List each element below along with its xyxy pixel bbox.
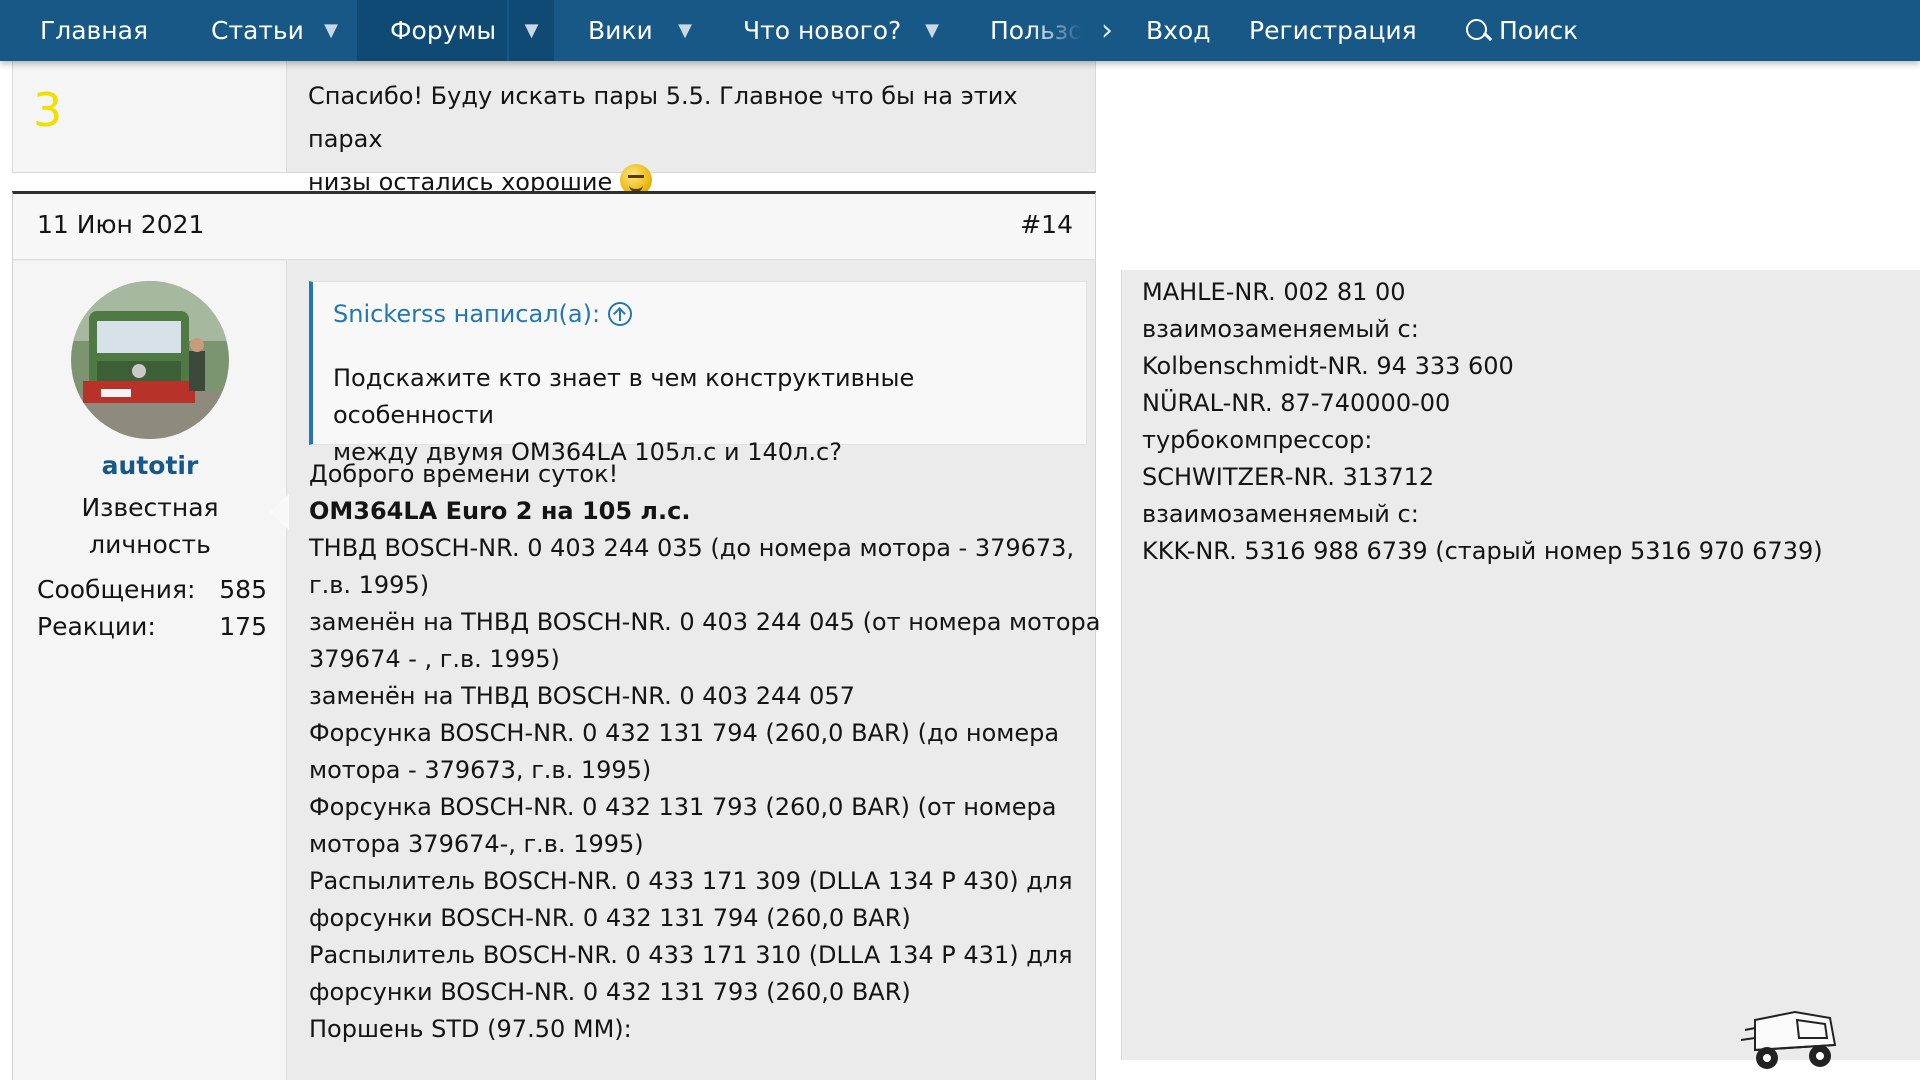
message-line: Форсунка BOSCH-NR. 0 432 131 793 (260,0 … — [309, 793, 1057, 821]
username-link[interactable]: autotir — [13, 451, 287, 480]
user-title-line: личность — [89, 530, 211, 559]
message-line: заменён на ТНВД BOSCH-NR. 0 403 244 057 — [309, 682, 855, 710]
avatar[interactable] — [71, 281, 229, 439]
message-line: Поршень STD (97.50 MM): — [309, 1015, 632, 1043]
user-title-line: Известная — [81, 493, 219, 522]
message-line: Распылитель BOSCH-NR. 0 433 171 309 (DLL… — [309, 867, 1073, 895]
side-text: MAHLE-NR. 002 81 00 взаимозаменяемый с: … — [1142, 274, 1823, 570]
post-message: Спасибо! Буду искать пары 5.5. Главное ч… — [308, 75, 1078, 204]
truck-logo-icon — [1740, 1010, 1837, 1069]
post-13: 3 Спасибо! Буду искать пары 5.5. Главное… — [12, 61, 1096, 196]
side-text-line: турбокомпрессор: — [1142, 426, 1373, 454]
chevron-down-icon[interactable]: ▼ — [507, 0, 554, 61]
post-date[interactable]: 11 Июн 2021 — [37, 210, 204, 239]
chevron-down-icon[interactable]: ▼ — [307, 0, 355, 61]
user-stat-reactions: Реакции: 175 — [37, 612, 267, 641]
side-text-line: взаимозаменяемый с: — [1142, 500, 1419, 528]
post-number-link[interactable]: #14 — [1020, 210, 1073, 239]
quote-text: Подскажите кто знает в чем конструктивны… — [333, 360, 1073, 471]
side-text-line: NÜRAL-NR. 87-740000-00 — [1142, 389, 1451, 417]
message-line: форсунки BOSCH-NR. 0 432 131 793 (260,0 … — [309, 978, 911, 1006]
stat-label: Сообщения: — [37, 575, 196, 604]
quote-author-label: Snickerss написал(а): — [333, 300, 601, 328]
arrow-up-circle-icon[interactable] — [608, 302, 633, 326]
register-label: Регистрация — [1249, 16, 1417, 45]
chevron-right-icon[interactable]: › — [1095, 0, 1119, 61]
user-stat-messages: Сообщения: 585 — [37, 575, 267, 604]
nav-whats-new[interactable]: Что нового? — [743, 0, 901, 61]
message-line: форсунки BOSCH-NR. 0 432 131 794 (260,0 … — [309, 904, 911, 932]
nav-whats-new-label: Что нового? — [743, 16, 902, 45]
chevron-down-icon[interactable]: ▼ — [661, 0, 709, 61]
post-header: 11 Июн 2021 #14 — [13, 194, 1095, 260]
login-link[interactable]: Вход — [1146, 0, 1211, 61]
message-line: Распылитель BOSCH-NR. 0 433 171 310 (DLL… — [309, 941, 1073, 969]
login-label: Вход — [1146, 16, 1211, 45]
register-link[interactable]: Регистрация — [1249, 0, 1417, 61]
message-line: Доброго времени суток! — [309, 460, 619, 488]
user-title: Известная личность — [13, 489, 287, 563]
message-line: ТНВД BOSCH-NR. 0 403 244 035 (до номера … — [309, 534, 1075, 562]
message-arrow — [269, 494, 289, 530]
side-text-line: KKK-NR. 5316 988 6739 (старый номер 5316… — [1142, 537, 1823, 565]
message-line: 379674 - , г.в. 1995) — [309, 645, 560, 673]
quote-block: Snickerss написал(а): Подскажите кто зна… — [309, 281, 1087, 466]
search-link[interactable]: Поиск — [1465, 0, 1578, 61]
side-text-line: Kolbenschmidt-NR. 94 333 600 — [1142, 352, 1514, 380]
chevron-down-icon[interactable]: ▼ — [908, 0, 956, 61]
stat-value: 585 — [219, 575, 267, 604]
post-message: Доброго времени суток! OM364LA Euro 2 на… — [309, 456, 1101, 1048]
side-text-line: SCHWITZER-NR. 313712 — [1142, 463, 1435, 491]
quote-author-link[interactable]: Snickerss написал(а): — [333, 300, 633, 328]
post-fragment-number: 3 — [33, 83, 63, 137]
side-text-line: взаимозаменяемый с: — [1142, 315, 1419, 343]
top-navigation: Главная Статьи ▼ Форумы ▼ Вики ▼ Что нов… — [0, 0, 1920, 61]
quote-line: Подскажите кто знает в чем конструктивны… — [333, 364, 915, 429]
nav-articles-label: Статьи — [211, 16, 304, 45]
message-line-bold: OM364LA Euro 2 на 105 л.с. — [309, 497, 691, 525]
post-user-column: autotir Известная личность Сообщения: 58… — [13, 261, 287, 1080]
message-line: заменён на ТНВД BOSCH-NR. 0 403 244 045 … — [309, 608, 1101, 636]
nav-wiki[interactable]: Вики — [588, 0, 653, 61]
message-line: Форсунка BOSCH-NR. 0 432 131 794 (260,0 … — [309, 719, 1060, 747]
nav-overflow-fade — [1030, 0, 1090, 61]
nav-home[interactable]: Главная — [40, 0, 148, 61]
side-text-line: MAHLE-NR. 002 81 00 — [1142, 278, 1406, 306]
nav-articles[interactable]: Статьи — [211, 0, 304, 61]
stat-label: Реакции: — [37, 612, 156, 641]
nav-forums-label: Форумы — [390, 16, 497, 45]
message-line: мотора 379674-, г.в. 1995) — [309, 830, 644, 858]
stat-value: 175 — [219, 612, 267, 641]
message-line: мотора - 379673, г.в. 1995) — [309, 756, 652, 784]
side-text-panel: MAHLE-NR. 002 81 00 взаимозаменяемый с: … — [1121, 270, 1920, 1060]
nav-home-label: Главная — [40, 16, 148, 45]
avatar-truck-image — [71, 281, 229, 439]
message-line: г.в. 1995) — [309, 571, 430, 599]
post-14: 11 Июн 2021 #14 autotir Известная личнос… — [12, 191, 1101, 1080]
nav-wiki-label: Вики — [588, 16, 653, 45]
nav-forums[interactable]: Форумы — [357, 0, 507, 61]
post-message-line: Спасибо! Буду искать пары 5.5. Главное ч… — [308, 82, 1018, 153]
search-icon — [1465, 18, 1491, 44]
search-label: Поиск — [1499, 16, 1579, 45]
post-user-column: 3 — [13, 61, 287, 172]
